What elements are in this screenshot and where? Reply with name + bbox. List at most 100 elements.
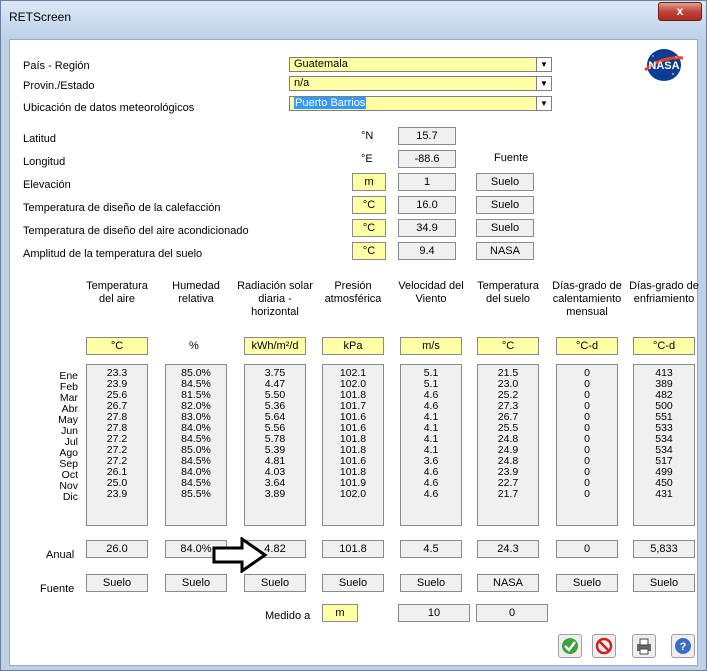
table-cell: 85.5% (181, 488, 211, 500)
data-column[interactable]: 23.3 23.9 25.6 26.7 27.8 27.8 27.2 27.2 27.2 26.1… (86, 364, 148, 526)
source-value: Suelo (86, 574, 148, 592)
source-row-label: Fuente (40, 583, 75, 595)
annual-label: Anual (46, 549, 75, 561)
ok-button[interactable] (558, 634, 582, 658)
annual-value: 26.0 (86, 540, 148, 558)
site-value[interactable]: 16.0 (398, 196, 456, 214)
source-value: Suelo (244, 574, 306, 592)
site-label: Temperatura de diseño del aire acondicio… (23, 225, 249, 237)
site-unit: °C (352, 196, 386, 214)
column-unit: °C (477, 337, 539, 355)
data-column[interactable]: 5.1 5.1 4.6 4.6 4.1 4.1 4.1 4.1 3.6 4.6 4.6 4.6 (400, 364, 462, 526)
table-cell: 21.7 (497, 488, 519, 500)
table-cell: 4.6 (423, 488, 439, 500)
table-cell: 3.89 (264, 488, 286, 500)
table-cell: 0 (584, 488, 590, 500)
arrow-icon (212, 537, 268, 573)
site-label: Elevación (23, 179, 71, 191)
annual-value: 5,833 (633, 540, 695, 558)
state-dropdown[interactable]: n/a ▼ (289, 76, 552, 91)
chevron-down-icon[interactable]: ▼ (536, 97, 551, 110)
wind-measure-height[interactable]: 10 (398, 604, 470, 622)
column-header: Días-grado de calentamiento mensual (552, 280, 622, 318)
site-source: Suelo (476, 196, 534, 214)
ok-icon (562, 638, 578, 654)
site-source: Suelo (476, 173, 534, 191)
annual-value: 24.3 (477, 540, 539, 558)
site-label: Longitud (23, 156, 66, 168)
month-labels: Ene Feb Mar Abr May Jun Jul Ago Sep Oct Nov Dic (40, 368, 78, 503)
column-unit: °C-d (633, 337, 695, 355)
annual-value: 0 (556, 540, 618, 558)
site-value[interactable]: 15.7 (398, 127, 456, 145)
annual-value: 101.8 (322, 540, 384, 558)
data-column[interactable]: 85.0% 84.5% 81.5% 82.0% 83.0% 84.0% 84.5% 85.0%… (165, 364, 227, 526)
site-label: Amplitud de la temperatura del suelo (23, 248, 203, 260)
site-unit: °N (361, 130, 374, 142)
column-header: Presión atmosférica (324, 280, 382, 305)
table-cell: 102.0 (339, 488, 367, 500)
site-source: Suelo (476, 219, 534, 237)
site-unit: °C (352, 242, 386, 260)
site-label: Temperatura de diseño de la calefacción (23, 202, 221, 214)
help-button[interactable]: ? (671, 634, 695, 658)
nasa-logo: NASA (644, 49, 684, 81)
source-value: Suelo (165, 574, 227, 592)
data-column[interactable]: 3.75 4.47 5.50 5.36 5.64 5.56 5.78 5.39 4.81 4.03… (244, 364, 306, 526)
soil-measure-depth[interactable]: 0 (476, 604, 548, 622)
data-column[interactable]: 413 389 482 500 551 533 534 534 517 499 450 431 (633, 364, 695, 526)
source-value: Suelo (633, 574, 695, 592)
chevron-down-icon[interactable]: ▼ (536, 77, 551, 90)
source-value: NASA (477, 574, 539, 592)
station-label: Ubicación de datos meteorológicos (23, 102, 195, 114)
svg-text:?: ? (680, 641, 687, 653)
close-button[interactable]: x (658, 2, 702, 21)
site-label: Latitud (23, 133, 57, 145)
source-value: Suelo (400, 574, 462, 592)
cancel-button[interactable] (592, 634, 616, 658)
month-label: Dic (62, 491, 78, 503)
column-unit: % (189, 340, 199, 352)
data-column[interactable]: 21.5 23.0 25.2 27.3 26.7 25.5 24.8 24.9 24.8 23.9… (477, 364, 539, 526)
column-header: Temperatura del aire (86, 280, 148, 305)
station-dropdown[interactable]: Puerto Barrios ▼ (289, 96, 552, 111)
source-value: Suelo (556, 574, 618, 592)
nasa-logo-text: NASA (648, 60, 679, 72)
measured-unit: m (322, 604, 358, 622)
site-source: NASA (476, 242, 534, 260)
state-label: Provin./Estado (23, 80, 95, 92)
table-cell: 23.9 (106, 488, 128, 500)
site-unit: m (352, 173, 386, 191)
title-bar: RETScreen x (1, 1, 706, 39)
country-dropdown[interactable]: Guatemala ▼ (289, 57, 552, 72)
column-unit: °C-d (556, 337, 618, 355)
print-button[interactable] (632, 634, 656, 658)
print-icon (637, 638, 651, 655)
station-value: Puerto Barrios (294, 97, 367, 109)
column-header: Radiación solar diaria - horizontal (237, 280, 313, 318)
window-title: RETScreen (9, 10, 72, 24)
table-cell: 431 (655, 488, 673, 500)
cancel-icon (595, 637, 613, 655)
site-value[interactable]: 1 (398, 173, 456, 191)
column-unit: kPa (322, 337, 384, 355)
column-unit: kWh/m²/d (244, 337, 306, 355)
column-header: Humedad relativa (172, 280, 220, 305)
column-unit: °C (86, 337, 148, 355)
country-label: País - Región (23, 60, 90, 72)
country-value: Guatemala (294, 58, 348, 70)
state-value: n/a (294, 77, 310, 89)
source-value: Suelo (322, 574, 384, 592)
column-header: Temperatura del suelo (477, 280, 539, 305)
site-unit: °C (352, 219, 386, 237)
site-unit: °E (361, 153, 373, 165)
source-header: Fuente (494, 152, 529, 164)
measured-label: Medido a (265, 610, 311, 622)
site-value[interactable]: -88.6 (398, 150, 456, 168)
chevron-down-icon[interactable]: ▼ (536, 58, 551, 71)
data-column[interactable]: 000000000000 (556, 364, 618, 526)
column-unit: m/s (400, 337, 462, 355)
data-column[interactable]: 102.1 102.0 101.8 101.7 101.6 101.6 101.8 101.8… (322, 364, 384, 526)
site-value[interactable]: 9.4 (398, 242, 456, 260)
site-value[interactable]: 34.9 (398, 219, 456, 237)
